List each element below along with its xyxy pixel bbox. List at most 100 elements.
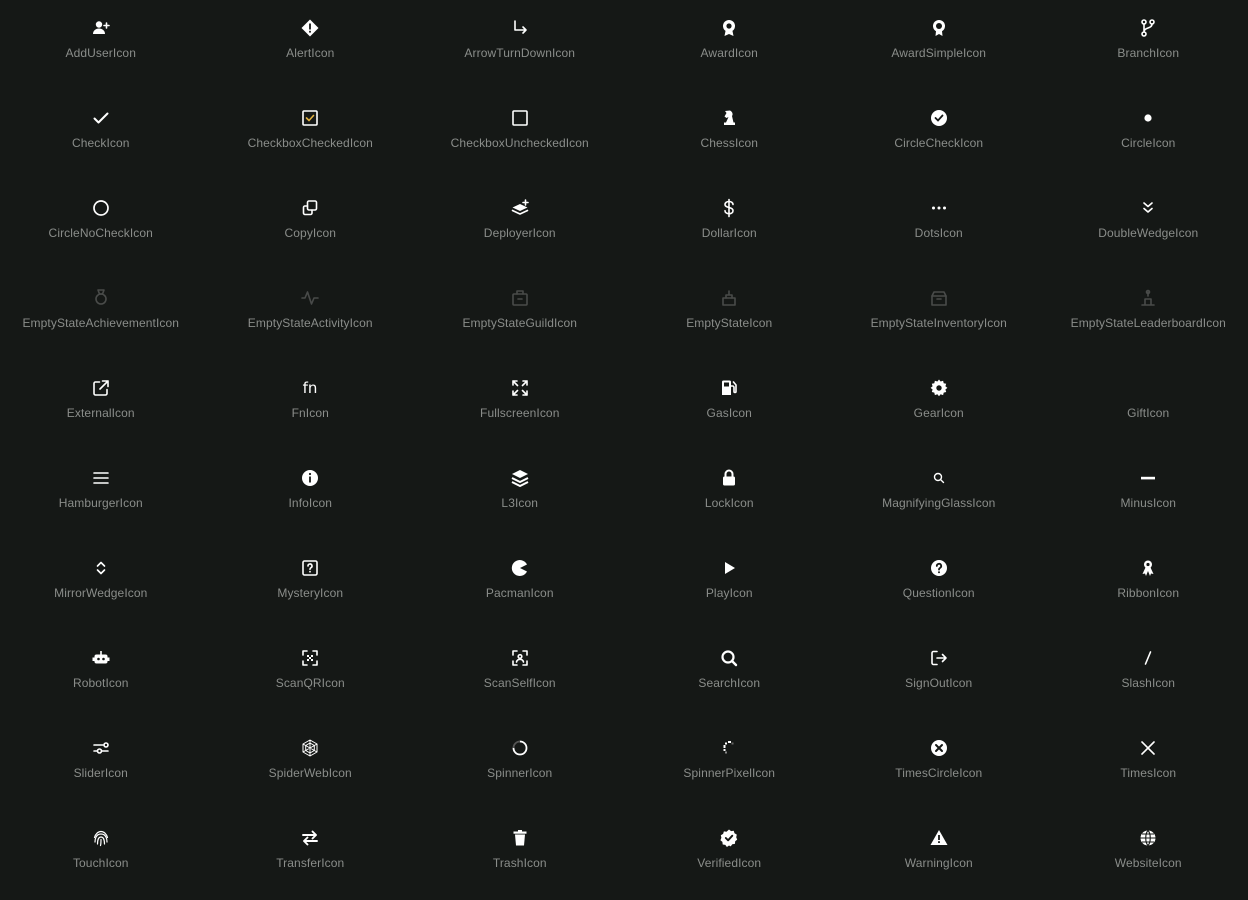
icon-tile: DeployerIcon: [415, 180, 625, 270]
icon-tile: BranchIcon: [1044, 0, 1248, 90]
icon-tile: AwardIcon: [625, 0, 835, 90]
icon-label: TrashIcon: [493, 856, 547, 870]
icon-tile: ExternalIcon: [0, 360, 206, 450]
icon-label: PacmanIcon: [486, 586, 554, 600]
lock-icon: [719, 468, 739, 488]
icon-tile: ScanQRIcon: [206, 630, 416, 720]
icon-label: TimesCircleIcon: [895, 766, 982, 780]
empty-state-inventory-icon: [929, 288, 949, 308]
deployer-icon: [510, 198, 530, 218]
icon-label: EmptyStateInventoryIcon: [871, 316, 1007, 330]
icon-label: EmptyStateGuildIcon: [462, 316, 577, 330]
icon-tile: EmptyStateActivityIcon: [206, 270, 416, 360]
icon-tile: CircleNoCheckIcon: [0, 180, 206, 270]
icon-label: ScanSelfIcon: [484, 676, 556, 690]
alert-icon: [300, 18, 320, 38]
icon-label: MagnifyingGlassIcon: [882, 496, 995, 510]
icon-tile: VerifiedIcon: [625, 810, 835, 900]
icon-tile: CircleIcon: [1044, 90, 1248, 180]
icon-label: CheckboxUncheckedIcon: [451, 136, 589, 150]
empty-state-achievement-icon: [91, 288, 111, 308]
icon-label: TimesIcon: [1120, 766, 1176, 780]
website-icon: [1138, 828, 1158, 848]
icon-tile: SpinnerIcon: [415, 720, 625, 810]
spider-web-icon: [300, 738, 320, 758]
icon-tile: AwardSimpleIcon: [834, 0, 1044, 90]
trash-icon: [510, 828, 530, 848]
circle-no-check-icon: [91, 198, 111, 218]
icon-label: CircleIcon: [1121, 136, 1175, 150]
icon-tile: ScanSelfIcon: [415, 630, 625, 720]
icon-tile: SlashIcon: [1044, 630, 1248, 720]
icon-label: CircleNoCheckIcon: [49, 226, 153, 240]
spinner-pixel-icon: [719, 738, 739, 758]
icon-tile: InfoIcon: [206, 450, 416, 540]
sign-out-icon: [929, 648, 949, 668]
icon-label: CheckIcon: [72, 136, 130, 150]
icon-tile: CheckboxCheckedIcon: [206, 90, 416, 180]
icon-label: CheckboxCheckedIcon: [248, 136, 373, 150]
icon-label: GearIcon: [914, 406, 964, 420]
gear-icon: [929, 378, 949, 398]
icon-tile: CheckIcon: [0, 90, 206, 180]
play-icon: [719, 558, 739, 578]
empty-state-icon: [719, 288, 739, 308]
icon-label: AwardIcon: [701, 46, 758, 60]
search-icon: [719, 648, 739, 668]
icon-label: SlashIcon: [1121, 676, 1175, 690]
icon-tile: SpinnerPixelIcon: [625, 720, 835, 810]
icon-label: SignOutIcon: [905, 676, 972, 690]
empty-state-leaderboard-icon: [1138, 288, 1158, 308]
icon-tile: CopyIcon: [206, 180, 416, 270]
icon-tile: RibbonIcon: [1044, 540, 1248, 630]
icon-label: EmptyStateLeaderboardIcon: [1071, 316, 1226, 330]
icon-tile: CircleCheckIcon: [834, 90, 1044, 180]
info-icon: [300, 468, 320, 488]
icon-label: MinusIcon: [1120, 496, 1176, 510]
dots-icon: [929, 198, 949, 218]
arrow-turn-down-icon: [510, 18, 530, 38]
circle-icon: [1138, 108, 1158, 128]
icon-label: ExternalIcon: [67, 406, 135, 420]
icon-tile: CheckboxUncheckedIcon: [415, 90, 625, 180]
gift-icon: [1138, 378, 1158, 398]
double-wedge-icon: [1138, 198, 1158, 218]
icon-tile: QuestionIcon: [834, 540, 1044, 630]
icon-tile: PlayIcon: [625, 540, 835, 630]
icon-label: L3Icon: [501, 496, 538, 510]
fn-icon: fn: [300, 378, 320, 398]
icon-tile: TrashIcon: [415, 810, 625, 900]
icon-label: MysteryIcon: [277, 586, 343, 600]
icon-label: DotsIcon: [915, 226, 963, 240]
icon-tile: TimesIcon: [1044, 720, 1248, 810]
touch-icon: [91, 828, 111, 848]
icon-label: DoubleWedgeIcon: [1098, 226, 1198, 240]
icon-label: SliderIcon: [74, 766, 128, 780]
minus-icon: [1138, 468, 1158, 488]
icon-tile: L3Icon: [415, 450, 625, 540]
icon-label: TouchIcon: [73, 856, 129, 870]
pacman-icon: [510, 558, 530, 578]
icon-grid: AddUserIconAlertIconArrowTurnDownIconAwa…: [0, 0, 1248, 900]
times-icon: [1138, 738, 1158, 758]
icon-label: EmptyStateIcon: [686, 316, 772, 330]
external-icon: [91, 378, 111, 398]
icon-label: FullscreenIcon: [480, 406, 559, 420]
icon-tile: FullscreenIcon: [415, 360, 625, 450]
ribbon-icon: [1138, 558, 1158, 578]
add-user-icon: [91, 18, 111, 38]
scan-self-icon: [510, 648, 530, 668]
robot-icon: [91, 648, 111, 668]
icon-tile: RobotIcon: [0, 630, 206, 720]
empty-state-activity-icon: [300, 288, 320, 308]
icon-label: DollarIcon: [702, 226, 757, 240]
icon-tile: SearchIcon: [625, 630, 835, 720]
slider-icon: [91, 738, 111, 758]
icon-label: HamburgerIcon: [59, 496, 143, 510]
mystery-icon: [300, 558, 320, 578]
warning-icon: [929, 828, 949, 848]
chess-icon: [719, 108, 739, 128]
icon-label: EmptyStateAchievementIcon: [22, 316, 179, 330]
icon-tile: LockIcon: [625, 450, 835, 540]
icon-label: SpinnerIcon: [487, 766, 552, 780]
